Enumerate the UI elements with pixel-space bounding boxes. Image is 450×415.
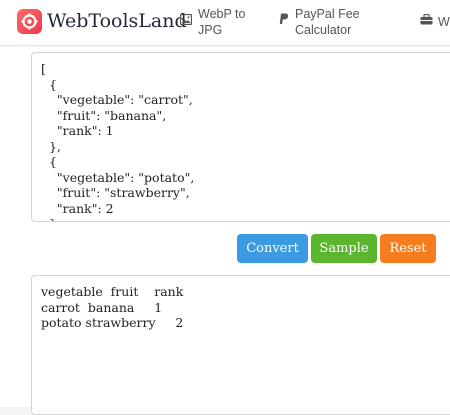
output-value: vegetable fruit rank carrot banana 1 pot… [41, 284, 184, 330]
nav-webp-to-jpg[interactable]: WebP to JPG [179, 6, 260, 40]
site-header: WebToolsLand WebP to JPG PayPal Fee Calc… [0, 0, 450, 46]
nav-paypal-fee-calculator[interactable]: PayPal Fee Calculator [279, 6, 389, 40]
nav-label: WebP to JPG [198, 7, 246, 37]
nav-label: PayPal Fee Calculator [295, 7, 360, 37]
output-textarea[interactable]: vegetable fruit rank carrot banana 1 pot… [31, 275, 450, 415]
json-input-textarea[interactable]: [ { "vegetable": "carrot", "fruit": "ban… [31, 52, 450, 222]
logo-icon[interactable] [17, 9, 42, 34]
convert-button[interactable]: Convert [237, 234, 308, 263]
nav-more[interactable]: W [420, 6, 450, 40]
reset-button[interactable]: Reset [380, 234, 436, 263]
json-input-value: [ { "vegetable": "carrot", "fruit": "ban… [41, 61, 195, 221]
nav-label: W [438, 15, 450, 29]
brand-name[interactable]: WebToolsLand [47, 10, 187, 32]
toolbox-icon [420, 13, 433, 29]
paypal-icon [279, 13, 289, 29]
sample-button[interactable]: Sample [311, 234, 377, 263]
image-icon [179, 13, 193, 29]
